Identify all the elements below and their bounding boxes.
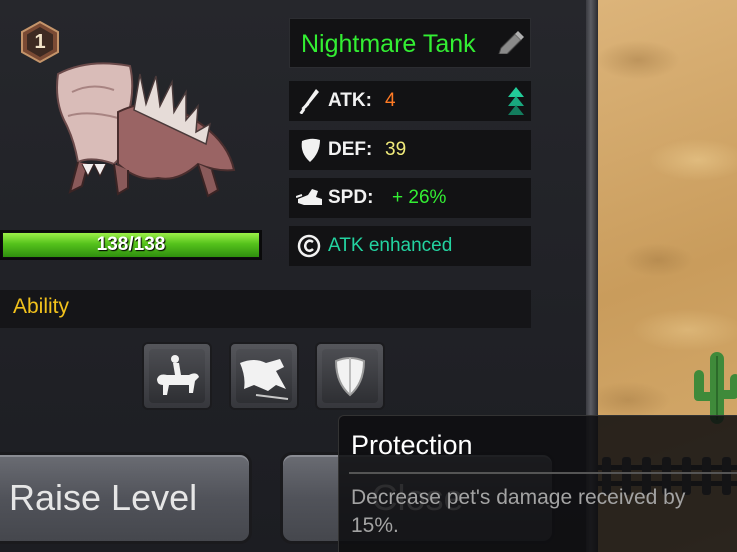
tooltip-title: Protection [351, 430, 473, 460]
atk-value: 4 [385, 90, 396, 111]
hp-bar: 138/138 [0, 230, 262, 260]
ability-tooltip: Protection Decrease pet's damage receive… [338, 415, 737, 552]
shield-icon [334, 357, 366, 397]
ability-header: Ability [0, 290, 531, 328]
pet-creature-image [56, 62, 236, 198]
enhance-circle-icon [297, 234, 321, 258]
pencil-edit-icon[interactable] [495, 30, 525, 54]
status-effect-text: ATK enhanced [328, 235, 453, 256]
status-effect-row: ATK enhanced [289, 226, 531, 266]
stat-row-spd: SPD: + 26% [289, 178, 531, 218]
boot-icon [296, 189, 322, 205]
atk-label: ATK: [328, 90, 372, 111]
stat-row-def: DEF: 39 [289, 130, 531, 170]
ability-slot-protection[interactable] [315, 342, 385, 410]
tooltip-description: Decrease pet's damage received by 15%. [351, 486, 686, 537]
pet-name: Nightmare Tank [301, 30, 476, 58]
ability-title: Ability [13, 295, 70, 318]
spd-label: SPD: [328, 187, 374, 208]
tooltip-divider [349, 472, 737, 474]
hp-text: 138/138 [96, 234, 166, 255]
def-value: 39 [385, 139, 407, 160]
rider-horse-icon [157, 355, 199, 395]
ability-slot-ride[interactable] [142, 342, 212, 410]
spd-value: + 26% [392, 187, 447, 208]
shield-icon [301, 138, 320, 162]
double-up-arrow-icon [508, 87, 524, 115]
charging-beast-icon [240, 359, 289, 400]
raise-level-label: Raise Level [9, 477, 198, 518]
stat-row-atk: ATK: 4 [289, 81, 531, 121]
sword-icon [299, 89, 319, 114]
def-label: DEF: [328, 139, 373, 160]
raise-level-button[interactable]: Raise Level [0, 452, 252, 544]
ability-slot-charge[interactable] [229, 342, 299, 410]
